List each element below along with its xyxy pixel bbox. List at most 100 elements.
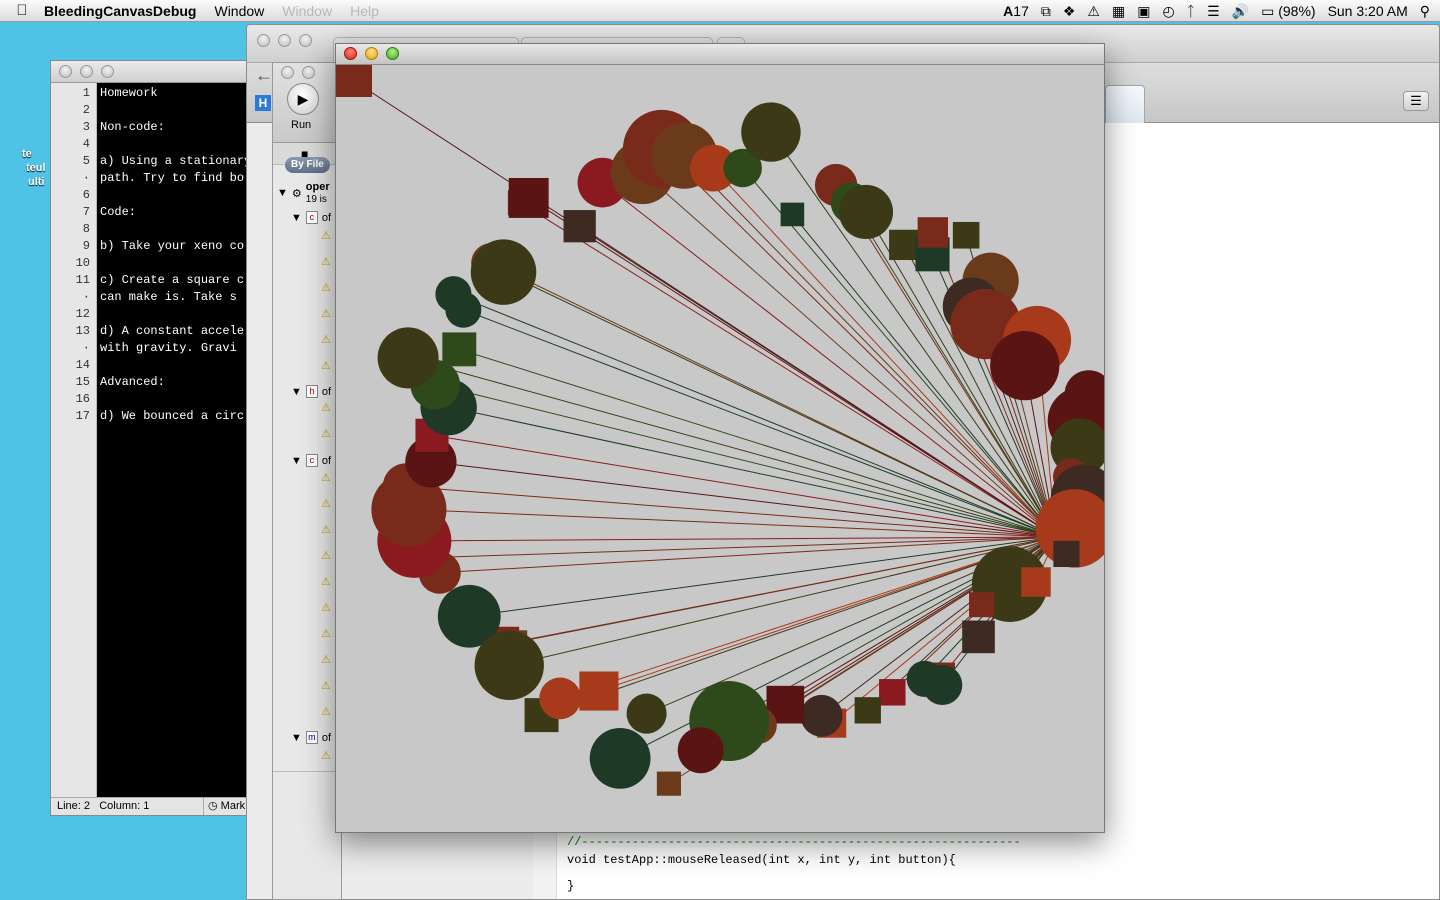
warning-icon[interactable]: ⚠ [321, 403, 333, 414]
zoom-icon[interactable] [299, 34, 312, 47]
warning-icon[interactable]: ⚠ [321, 429, 333, 440]
line-number: 8 [82, 222, 90, 236]
warning-icon[interactable]: ⚠ [321, 335, 333, 346]
text-line: path. Try to find bo [100, 171, 245, 185]
disclosure-triangle-icon[interactable]: ▼ [291, 732, 302, 744]
warning-icon[interactable]: ⚠ [321, 551, 333, 562]
issues-toolbar: ▶ Run [273, 63, 341, 143]
canvas-square [854, 697, 881, 724]
canvas-square [508, 177, 549, 218]
menu-window[interactable]: Window [214, 3, 264, 19]
warning-icon[interactable]: ⚠ [321, 655, 333, 666]
canvas-square [780, 202, 805, 227]
warning-icon[interactable]: ⚠ [321, 603, 333, 614]
header-file-icon[interactable]: H [255, 95, 271, 111]
display-icon[interactable]: ▣ [1137, 3, 1150, 20]
warning-icon[interactable]: ⚠ [321, 283, 333, 294]
line-number: 1 [82, 86, 90, 100]
wifi-icon[interactable]: ☰ [1207, 3, 1220, 20]
line-number: 5 [82, 154, 90, 168]
warning-icon[interactable]: ⚠ [321, 751, 333, 762]
apple-menu-icon[interactable]:  [0, 2, 44, 19]
run-button[interactable]: ▶ [287, 83, 319, 115]
back-arrow-icon[interactable]: ← [255, 65, 273, 86]
canvas-square [889, 229, 920, 261]
close-icon[interactable] [257, 34, 270, 47]
warning-icon[interactable]: ⚠ [321, 707, 333, 718]
drawing-canvas[interactable] [336, 65, 1104, 833]
project-icon: ⚙ [291, 187, 302, 200]
close-icon[interactable] [59, 65, 72, 78]
text-input-label: 17 [1013, 3, 1029, 19]
canvas-window [335, 43, 1105, 833]
canvas-square [1053, 540, 1080, 568]
warning-icon[interactable]: ⚠ [321, 525, 333, 536]
minimize-icon[interactable] [80, 65, 93, 78]
disclosure-triangle-icon[interactable]: ▼ [291, 386, 302, 398]
minimize-icon[interactable] [278, 34, 291, 47]
status-bar: Line: 2 Column: 1 ◷ Mark [51, 797, 246, 815]
close-icon[interactable] [281, 66, 294, 79]
mark-menu[interactable]: ◷ Mark [203, 798, 245, 815]
time-machine-icon[interactable]: ◴ [1162, 3, 1174, 20]
code-area[interactable]: //--------------------------------------… [567, 833, 1021, 895]
bluetooth-icon[interactable]: ᛏ [1187, 3, 1195, 19]
minimize-icon[interactable] [302, 66, 315, 79]
warning-icon[interactable]: ⚠ [321, 499, 333, 510]
file-row[interactable]: ▼ c of [291, 211, 331, 224]
warning-icon[interactable]: ⚠ [321, 231, 333, 242]
warning-icon[interactable]: ⚠ [321, 681, 333, 692]
canvas-circle [435, 276, 472, 313]
menu-app-name[interactable]: BleedingCanvasDebug [44, 3, 196, 19]
file-row[interactable]: ▼ h of [291, 385, 331, 398]
file-name: of [321, 731, 332, 744]
mark-label: Mark [220, 800, 246, 812]
file-row[interactable]: ▼ c of [291, 454, 331, 467]
minimize-icon[interactable] [365, 47, 378, 60]
text-line: can make is. Take s [100, 290, 237, 304]
disclosure-triangle-icon[interactable]: ▼ [277, 187, 288, 199]
canvas-circle [474, 630, 544, 701]
canvas-square [442, 332, 477, 367]
battery-icon[interactable]: ▭ (98%) [1261, 3, 1315, 20]
clock[interactable]: Sun 3:20 AM [1328, 3, 1408, 19]
text-area[interactable]: Homework Non-code: a) Using a stationary pa… [97, 83, 246, 799]
text-input-icon[interactable]: A17 [1003, 3, 1029, 19]
warning-icon[interactable]: ⚠ [1087, 3, 1100, 20]
canvas-square [952, 221, 980, 249]
zoom-icon[interactable] [101, 65, 114, 78]
close-icon[interactable] [344, 47, 357, 60]
line-indicator: Line: 2 [57, 800, 91, 812]
by-file-button[interactable]: By File [285, 157, 330, 173]
text-line: Code: [100, 205, 137, 219]
warning-icon[interactable]: ⚠ [321, 257, 333, 268]
warning-icon[interactable]: ⚠ [321, 309, 333, 320]
warning-icon[interactable]: ⚠ [321, 629, 333, 640]
menu-help-ghost: Help [350, 2, 379, 19]
spotlight-icon[interactable]: ⚲ [1420, 3, 1430, 20]
dropbox-icon[interactable]: ❖ [1063, 3, 1076, 20]
warning-icon[interactable]: ⚠ [321, 577, 333, 588]
volume-icon[interactable]: 🔊 [1232, 3, 1249, 20]
zoom-icon[interactable] [386, 47, 399, 60]
canvas-square [656, 771, 681, 796]
disclosure-triangle-icon[interactable]: ▼ [291, 455, 302, 467]
canvas-circle [377, 327, 439, 389]
line-number: · [82, 341, 90, 355]
canvas-circle [470, 239, 537, 305]
warning-icon[interactable]: ⚠ [321, 361, 333, 372]
spaces-icon[interactable]: ⧉ [1041, 3, 1051, 20]
line-number: 13 [75, 324, 90, 338]
disclosure-triangle-icon[interactable]: ▼ [291, 212, 302, 224]
canvas-square [917, 217, 948, 248]
utilities-toggle-button[interactable]: ☰ [1403, 91, 1429, 111]
canvas-line [602, 182, 1057, 538]
activity-viewer [1105, 85, 1145, 127]
file-row[interactable]: ▼ m of [291, 731, 331, 744]
project-issue-count: 19 is [305, 194, 327, 205]
warning-icon[interactable]: ⚠ [321, 473, 333, 484]
project-row[interactable]: ▼ ⚙ oper 19 is [277, 181, 330, 205]
activity-icon[interactable]: ▦ [1112, 3, 1125, 20]
text-line: b) Take your xeno co [100, 239, 245, 253]
